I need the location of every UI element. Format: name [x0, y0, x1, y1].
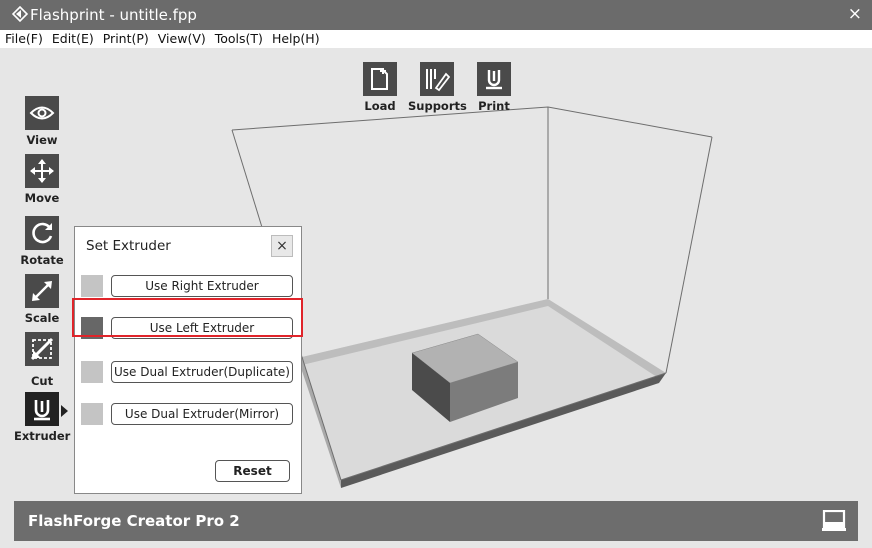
machine-name: FlashForge Creator Pro 2 — [28, 512, 240, 530]
view-tool[interactable]: View — [14, 96, 70, 147]
active-pointer-icon — [61, 405, 68, 417]
print-label: Print — [478, 99, 510, 113]
cut-label: Cut — [30, 374, 54, 388]
extruder-option-duplicate: Use Dual Extruder(Duplicate) — [81, 360, 296, 384]
load-label: Load — [364, 99, 396, 113]
move-label: Move — [24, 191, 60, 205]
rotate-icon — [25, 216, 59, 250]
load-button[interactable]: Load — [360, 62, 400, 113]
supports-button[interactable]: Supports — [408, 62, 467, 113]
diamond-arrow-icon — [12, 6, 28, 22]
menu-tools[interactable]: Tools(T) — [210, 30, 267, 48]
extruder-option-right: Use Right Extruder — [81, 274, 296, 298]
close-icon[interactable]: × — [848, 5, 862, 23]
menu-bar: File(F) Edit(E) Print(P) View(V) Tools(T) Hel… — [0, 30, 872, 48]
supports-label: Supports — [408, 99, 467, 113]
menu-view[interactable]: View(V) — [153, 30, 210, 48]
print-button[interactable]: Print — [474, 62, 514, 113]
panel-title: Set Extruder — [86, 238, 171, 254]
color-swatch — [81, 275, 103, 297]
cut-icon — [25, 332, 59, 366]
load-file-icon — [363, 62, 397, 96]
extruder-tool[interactable]: Extruder — [14, 392, 70, 443]
use-dual-duplicate-button[interactable]: Use Dual Extruder(Duplicate) — [111, 361, 293, 383]
extruder-label: Extruder — [14, 429, 71, 443]
menu-print[interactable]: Print(P) — [98, 30, 153, 48]
rotate-tool[interactable]: Rotate — [14, 216, 70, 267]
color-swatch — [81, 403, 103, 425]
cut-tool[interactable]: Cut — [14, 332, 70, 388]
move-tool[interactable]: Move — [14, 154, 70, 205]
rotate-label: Rotate — [20, 253, 64, 267]
move-arrows-icon — [25, 154, 59, 188]
view-label: View — [26, 133, 58, 147]
use-right-extruder-button[interactable]: Use Right Extruder — [111, 275, 293, 297]
print-icon — [477, 62, 511, 96]
window-title: Flashprint - untitle.fpp — [30, 6, 197, 24]
color-swatch — [81, 361, 103, 383]
extruder-icon — [25, 392, 59, 426]
use-dual-mirror-button[interactable]: Use Dual Extruder(Mirror) — [111, 403, 293, 425]
printer-icon[interactable] — [822, 510, 846, 532]
menu-edit[interactable]: Edit(E) — [47, 30, 98, 48]
close-icon[interactable]: × — [271, 235, 293, 257]
menu-file[interactable]: File(F) — [0, 30, 47, 48]
status-bar: FlashForge Creator Pro 2 — [14, 501, 858, 541]
scale-tool[interactable]: Scale — [14, 274, 70, 325]
selection-highlight — [72, 298, 303, 337]
set-extruder-panel: Set Extruder × Use Right Extruder Use Le… — [74, 226, 302, 494]
reset-button[interactable]: Reset — [215, 460, 290, 482]
supports-icon — [420, 62, 454, 96]
extruder-option-mirror: Use Dual Extruder(Mirror) — [81, 402, 296, 426]
scale-label: Scale — [24, 311, 60, 325]
scale-icon — [25, 274, 59, 308]
menu-help[interactable]: Help(H) — [267, 30, 324, 48]
title-bar: Flashprint - untitle.fpp × — [0, 0, 872, 30]
eye-icon — [25, 96, 59, 130]
